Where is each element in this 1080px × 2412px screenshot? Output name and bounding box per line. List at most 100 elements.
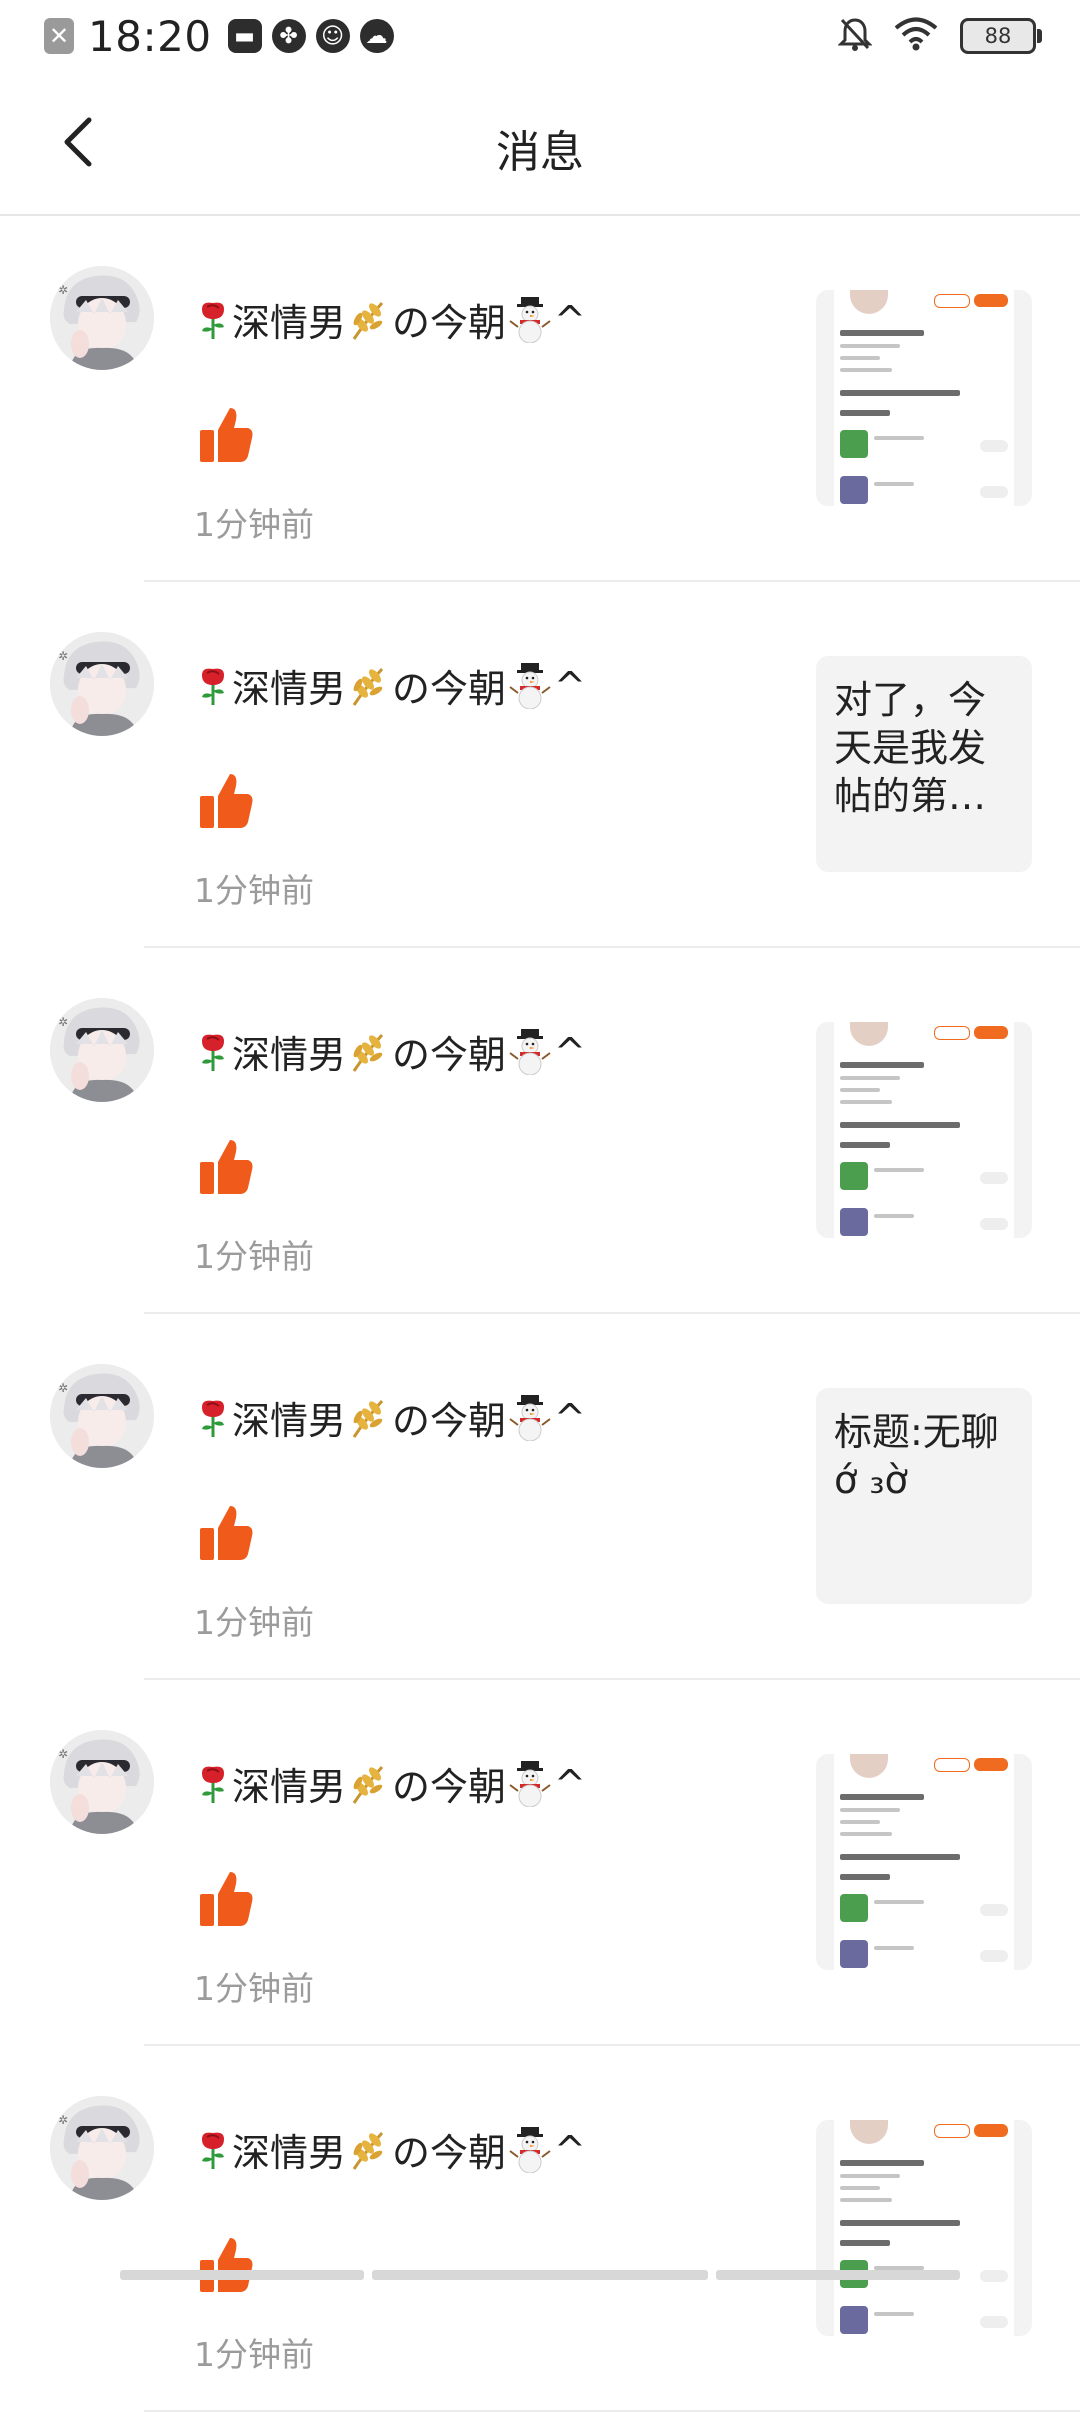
- post-preview-thumbnail[interactable]: [816, 2120, 1032, 2336]
- snowman-icon: [508, 1760, 552, 1807]
- battery-icon: 88: [960, 18, 1042, 54]
- sender-name-end: ^: [554, 2127, 586, 2172]
- status-bar: ✕ 18:20 ▬ ✤ ☺ ☁ 88: [0, 0, 1080, 72]
- svg-text:✲: ✲: [58, 649, 68, 663]
- sender-name-text: 深情男: [232, 1033, 347, 1077]
- rose-icon: [196, 1763, 230, 1805]
- sender-name[interactable]: 深情男 の今朝 ^: [194, 1390, 586, 1445]
- wheat-icon: [348, 299, 390, 341]
- rose-icon: [196, 665, 230, 707]
- svg-text:✲: ✲: [58, 1015, 68, 1029]
- sender-name-suffix: の今朝: [392, 301, 507, 345]
- wheat-icon: [348, 2129, 390, 2171]
- avatar[interactable]: ✲: [50, 1730, 154, 1834]
- message-item[interactable]: ✲ 深情男: [0, 948, 1080, 1314]
- post-preview-thumbnail[interactable]: [816, 1754, 1032, 1970]
- sender-name-end: ^: [554, 1395, 586, 1440]
- rose-icon: [196, 1397, 230, 1439]
- sender-name-suffix: の今朝: [392, 1033, 507, 1077]
- svg-text:✲: ✲: [58, 283, 68, 297]
- wheat-icon: [348, 665, 390, 707]
- message-time: 1分钟前: [194, 505, 314, 544]
- rose-icon: [196, 1031, 230, 1073]
- bot-app-icon: ☺: [315, 19, 350, 53]
- avatar[interactable]: ✲: [50, 2096, 154, 2200]
- snowman-icon: [508, 1394, 552, 1441]
- sender-name-suffix: の今朝: [392, 1399, 507, 1443]
- fan-app-icon: ✤: [271, 19, 306, 53]
- post-preview-thumbnail[interactable]: [816, 1022, 1032, 1238]
- sender-name-end: ^: [554, 297, 586, 342]
- sender-name-suffix: の今朝: [392, 667, 507, 711]
- sender-name[interactable]: 深情男 の今朝 ^: [194, 1024, 586, 1079]
- profile-screenshot-image: [834, 1022, 1014, 1238]
- sender-name-end: ^: [554, 1761, 586, 1806]
- svg-text:✲: ✲: [58, 2113, 68, 2127]
- message-item[interactable]: ✲ 深情男: [0, 582, 1080, 948]
- sender-name[interactable]: 深情男 の今朝 ^: [194, 1756, 586, 1811]
- wifi-icon: [894, 17, 938, 55]
- message-time: 1分钟前: [194, 1237, 314, 1276]
- profile-screenshot-image: [834, 2120, 1014, 2336]
- svg-text:✲: ✲: [58, 1381, 68, 1395]
- bottom-scroll-indicator: [0, 2270, 1080, 2280]
- avatar[interactable]: ✲: [50, 998, 154, 1102]
- sender-name[interactable]: 深情男 の今朝 ^: [194, 658, 586, 713]
- sender-name-end: ^: [554, 663, 586, 708]
- message-item[interactable]: ✲ 深情男: [0, 1314, 1080, 1680]
- sender-name[interactable]: 深情男 の今朝 ^: [194, 292, 586, 347]
- status-bar-left: ✕ 18:20 ▬ ✤ ☺ ☁: [44, 11, 404, 61]
- avatar[interactable]: ✲: [50, 1364, 154, 1468]
- sender-name-end: ^: [554, 1029, 586, 1074]
- thumbs-up-icon: [196, 770, 256, 830]
- wheat-icon: [348, 1763, 390, 1805]
- battery-level: 88: [984, 24, 1012, 48]
- message-time: 1分钟前: [194, 2335, 314, 2374]
- sender-name-suffix: の今朝: [392, 2131, 507, 2175]
- sender-name-text: 深情男: [232, 1399, 347, 1443]
- indicator-segment: [372, 2270, 708, 2280]
- post-preview-thumbnail[interactable]: 标题:无聊ớ ₃ờ: [816, 1388, 1032, 1604]
- snowman-icon: [508, 1028, 552, 1075]
- message-item[interactable]: ✲ 深情男: [0, 1680, 1080, 2046]
- bell-muted-icon: [837, 16, 873, 56]
- preview-text: 标题:无聊ớ ₃ờ: [834, 1410, 999, 1502]
- message-time: 1分钟前: [194, 1603, 314, 1642]
- rose-icon: [196, 299, 230, 341]
- sender-name-text: 深情男: [232, 301, 347, 345]
- status-bar-right: 88: [837, 12, 1042, 60]
- sender-name-text: 深情男: [232, 2131, 347, 2175]
- message-time: 1分钟前: [194, 871, 314, 910]
- avatar[interactable]: ✲: [50, 632, 154, 736]
- profile-screenshot-image: [834, 1754, 1014, 1970]
- thumbs-up-icon: [196, 1868, 256, 1928]
- sender-name-text: 深情男: [232, 667, 347, 711]
- avatar[interactable]: ✲: [50, 266, 154, 370]
- close-notification-icon: ✕: [44, 18, 74, 54]
- thumbs-up-icon: [196, 1502, 256, 1562]
- profile-screenshot-image: [834, 290, 1014, 506]
- thumbs-up-icon: [196, 404, 256, 464]
- svg-text:✲: ✲: [58, 1747, 68, 1761]
- wheat-icon: [348, 1397, 390, 1439]
- app-header: 消息: [0, 72, 1080, 216]
- preview-text: 对了，今天是我发帖的第…: [834, 678, 987, 818]
- wheat-icon: [348, 1031, 390, 1073]
- rose-icon: [196, 2129, 230, 2171]
- thumbs-up-icon: [196, 2234, 256, 2294]
- message-list: ✲ 深情男 の今朝 ^ 1分钟前 ✲ 深情男 の今朝 ^ 1分钟前 对了，今天是…: [0, 216, 1080, 2412]
- message-item[interactable]: ✲ 深情男: [0, 216, 1080, 582]
- message-item[interactable]: ✲ 深情男: [0, 2046, 1080, 2412]
- snowman-icon: [508, 296, 552, 343]
- thumbs-up-icon: [196, 1136, 256, 1196]
- post-preview-thumbnail[interactable]: [816, 290, 1032, 506]
- status-time: 18:20: [88, 11, 212, 61]
- snowman-icon: [508, 2126, 552, 2173]
- cloud-icon: ☁: [359, 19, 394, 53]
- post-preview-thumbnail[interactable]: 对了，今天是我发帖的第…: [816, 656, 1032, 872]
- sender-name-text: 深情男: [232, 1765, 347, 1809]
- sender-name[interactable]: 深情男 の今朝 ^: [194, 2122, 586, 2177]
- snowman-icon: [508, 662, 552, 709]
- mail-icon: ▬: [227, 19, 262, 53]
- message-time: 1分钟前: [194, 1969, 314, 2008]
